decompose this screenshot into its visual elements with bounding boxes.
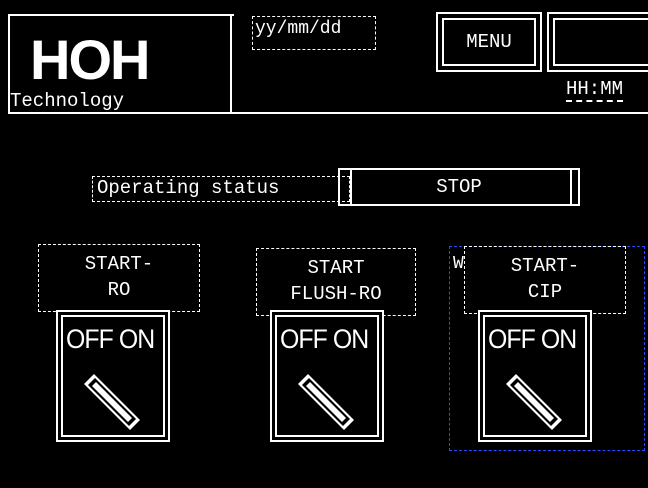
header-divider [8,112,648,114]
logo-mark: HOH [30,28,150,91]
operating-status-value: STOP [338,168,580,206]
time-display: HH:MM [566,78,624,102]
company-logo: HOH Technology [8,10,226,113]
header-separator [230,14,232,114]
switch-state-text: OFF ON [280,324,369,354]
lever-icon [506,374,562,430]
blank-button[interactable] [547,12,648,72]
start-ro-label: START- RO [38,244,200,312]
start-flush-ro-switch[interactable]: OFF ON [270,310,384,442]
date-display: yy/mm/dd [252,16,376,50]
lever-icon [298,374,354,430]
start-cip-label: START- CIP [464,246,626,314]
logo-tagline: Technology [10,90,125,112]
start-cip-switch[interactable]: OFF ON [478,310,592,442]
operating-status-label: Operating status [92,176,350,202]
switch-state-text: OFF ON [66,324,155,354]
start-ro-switch[interactable]: OFF ON [56,310,170,442]
marker-w: W [453,254,464,274]
lever-icon [84,374,140,430]
menu-button[interactable]: MENU [436,12,542,72]
switch-state-text: OFF ON [488,324,577,354]
start-flush-ro-label: START FLUSH-RO [256,248,416,316]
